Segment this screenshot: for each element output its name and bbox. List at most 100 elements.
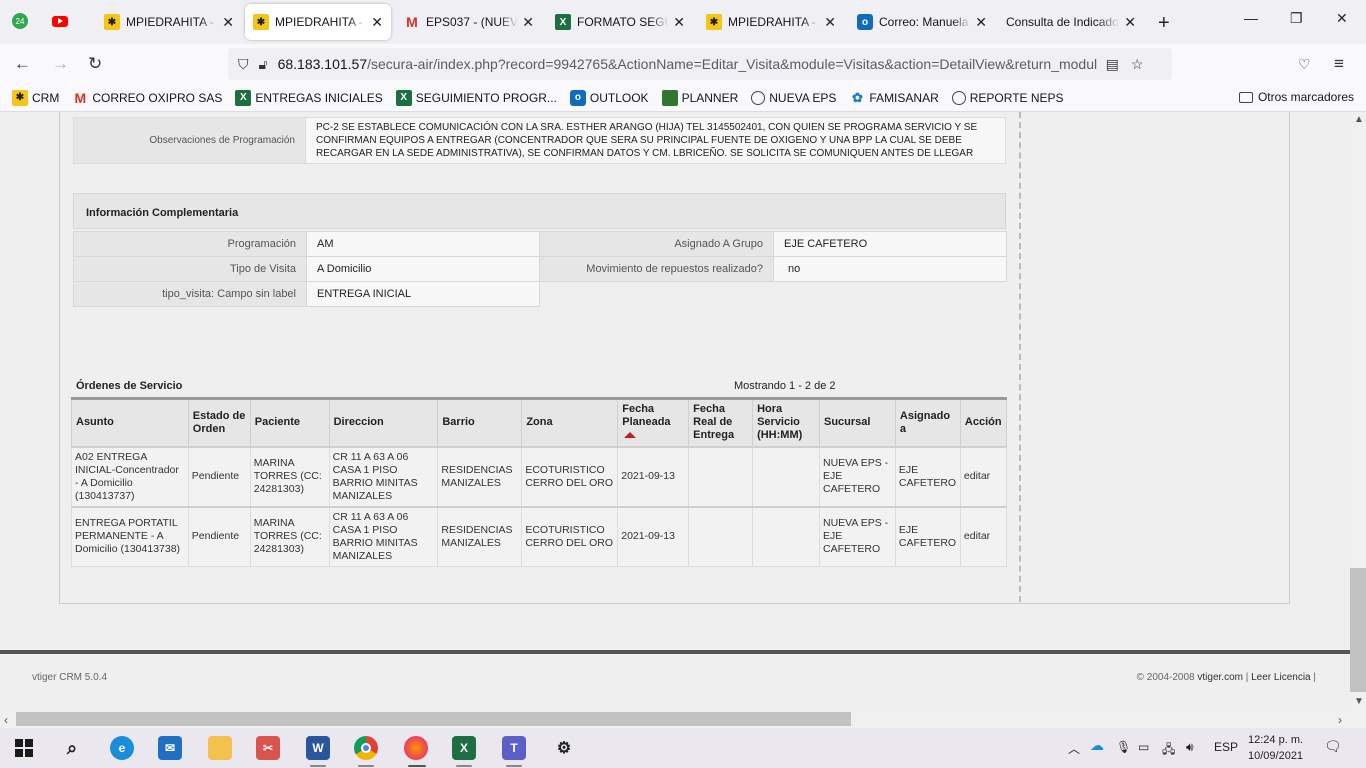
tab-5[interactable]: ✱ MPIEDRAHITA - A ✕ — [698, 4, 844, 40]
field-label: tipo_visita: Campo sin label — [73, 281, 307, 307]
gmail-icon: M — [406, 14, 418, 30]
edit-link[interactable]: editar — [959, 445, 1008, 507]
remote-tool-icon[interactable]: ⚙ — [552, 736, 576, 760]
snipping-tool-icon[interactable]: ✂ — [256, 736, 280, 760]
bookmark-crm[interactable]: ✱ CRM — [12, 89, 59, 106]
url-bar[interactable]: ⛉ 🔓︎ 68.183.101.57/secura-air/index.php?… — [228, 48, 1172, 80]
mail-icon[interactable]: ✉ — [158, 736, 182, 760]
close-icon[interactable]: ✕ — [1124, 14, 1136, 31]
firefox-icon[interactable] — [404, 736, 428, 760]
column-header[interactable]: Paciente — [249, 397, 330, 447]
tab-7[interactable]: Consulta de Indicador ✕ — [998, 4, 1144, 40]
onedrive-icon[interactable]: ☁ — [1090, 737, 1104, 754]
orders-header-row: Asunto Estado de Orden Paciente Direccio… — [71, 397, 1008, 447]
pocket-icon[interactable]: ♡ — [1298, 56, 1311, 73]
bookmark-outlook[interactable]: o OUTLOOK — [569, 89, 649, 106]
column-header[interactable]: Fecha Real de Entrega — [688, 397, 754, 447]
microphone-icon[interactable]: 🎙︎ — [1116, 740, 1131, 754]
bookmark-reporte-neps[interactable]: REPORTE NEPS — [951, 90, 1064, 105]
other-bookmarks[interactable]: Otros marcadores — [1238, 90, 1354, 104]
search-icon[interactable]: ⌕ — [60, 736, 84, 760]
excel-taskbar-icon[interactable]: X — [452, 736, 476, 760]
column-header[interactable]: Barrio — [437, 397, 523, 447]
forward-button[interactable]: → — [52, 54, 69, 74]
reader-view-icon[interactable]: ▤ — [1106, 56, 1119, 73]
star-icon[interactable]: ☆ — [1131, 56, 1144, 73]
restore-button[interactable]: ❐ — [1290, 10, 1303, 27]
license-link[interactable]: Leer Licencia — [1251, 672, 1310, 683]
chevron-up-icon[interactable]: ︿ — [1068, 740, 1080, 757]
bookmark-seguimiento[interactable]: X SEGUIMIENTO PROGR... — [395, 89, 557, 106]
bookmark-entregas[interactable]: X ENTREGAS INICIALES — [235, 89, 383, 106]
cell-fecha: 2021-09-13 — [617, 505, 690, 567]
volume-icon[interactable]: 🔊︎ — [1186, 740, 1194, 755]
close-icon[interactable]: ✕ — [371, 14, 383, 31]
scroll-thumb[interactable] — [1350, 568, 1366, 692]
back-button[interactable]: ← — [14, 54, 31, 74]
column-header[interactable]: Direccion — [328, 397, 439, 447]
url-text[interactable]: 68.183.101.57/secura-air/index.php?recor… — [278, 56, 1098, 72]
word-icon[interactable]: W — [306, 736, 330, 760]
tab-1[interactable]: ✱ MPIEDRAHITA - A ✕ — [96, 4, 242, 40]
column-header[interactable]: Sucursal — [819, 397, 896, 447]
tab-4[interactable]: X FORMATO SEGUIM ✕ — [547, 4, 693, 40]
tab-strip: 24 ✱ MPIEDRAHITA - A ✕ ✱ MPIEDRAHITA - A… — [0, 0, 1366, 44]
insecure-lock-icon[interactable]: 🔓︎ — [259, 56, 268, 73]
column-divider — [1019, 112, 1021, 602]
file-explorer-icon[interactable] — [208, 736, 232, 760]
network-icon[interactable]: 🖧︎ — [1162, 740, 1175, 761]
column-header[interactable]: Hora Servicio (HH:MM) — [752, 397, 820, 447]
reload-button[interactable]: ↻ — [88, 54, 102, 74]
cell-paciente[interactable]: MARINA TORRES (CC: 24281303) — [249, 505, 330, 567]
clock-date: 10/09/2021 — [1248, 750, 1304, 762]
info-row: Programación AM Asignado A Grupo EJE CAF… — [73, 231, 1007, 257]
battery-icon[interactable]: ▭ — [1138, 740, 1149, 754]
teams-icon[interactable]: T — [502, 736, 526, 760]
new-tab-button[interactable]: + — [1158, 12, 1170, 35]
bookmark-correo[interactable]: M CORREO OXIPRO SAS — [72, 90, 222, 106]
column-header-sorted[interactable]: Fecha Planeada — [617, 397, 690, 447]
shield-icon[interactable]: ⛉ — [238, 56, 249, 73]
scroll-thumb[interactable] — [16, 712, 851, 726]
scroll-right-icon[interactable]: › — [1338, 713, 1342, 727]
menu-icon[interactable]: ≡ — [1334, 54, 1344, 74]
notifications-icon[interactable]: 🗨︎ — [1324, 738, 1342, 755]
info-table: Programación AM Asignado A Grupo EJE CAF… — [73, 231, 1007, 307]
vtiger-link[interactable]: vtiger.com — [1197, 672, 1243, 683]
clock[interactable]: 12:24 p. m. 10/09/2021 — [1248, 732, 1303, 764]
bookmark-nueva-eps[interactable]: NUEVA EPS — [751, 90, 836, 105]
pinned-tab-youtube[interactable] — [50, 11, 70, 31]
scroll-left-icon[interactable]: ‹ — [4, 713, 8, 727]
cell-paciente[interactable]: MARINA TORRES (CC: 24281303) — [249, 445, 330, 507]
url-host: 68.183.101.57 — [277, 56, 368, 72]
scroll-down-icon[interactable]: ▼ — [1354, 696, 1364, 707]
pinned-tab-badge[interactable]: 24 — [10, 11, 30, 31]
column-header[interactable]: Zona — [521, 397, 619, 447]
bookmark-famisanar[interactable]: ✿ FAMISANAR — [849, 90, 939, 106]
close-icon[interactable]: ✕ — [222, 14, 234, 31]
tab-3[interactable]: M EPS037 - (NUEVA I ✕ — [396, 4, 542, 40]
close-icon[interactable]: ✕ — [824, 14, 836, 31]
close-icon[interactable]: ✕ — [975, 14, 987, 31]
windows-start-icon[interactable] — [12, 736, 36, 760]
bookmark-planner[interactable]: PLANNER — [661, 89, 738, 106]
edit-link[interactable]: editar — [959, 505, 1008, 567]
scroll-up-icon[interactable]: ▲ — [1354, 114, 1364, 125]
edge-icon[interactable]: e — [110, 736, 134, 760]
column-header[interactable]: Asunto — [71, 397, 189, 447]
cell-asignado: EJE CAFETERO — [894, 445, 961, 507]
language-indicator[interactable]: ESP — [1214, 740, 1238, 754]
tab-2[interactable]: ✱ MPIEDRAHITA - A ✕ — [245, 4, 391, 40]
close-icon[interactable]: ✕ — [522, 14, 534, 31]
cell-asunto[interactable]: A02 ENTREGA INICIAL-Concentrador - A Dom… — [71, 445, 189, 507]
cell-asunto[interactable]: ENTREGA PORTATIL PERMANENTE - A Domicili… — [71, 505, 189, 567]
close-icon[interactable]: ✕ — [673, 14, 685, 31]
close-window-button[interactable]: ✕ — [1336, 10, 1348, 27]
column-header[interactable]: Estado de Orden — [187, 397, 251, 447]
column-header[interactable]: Asignado a — [894, 397, 961, 447]
vertical-scrollbar[interactable]: ▲ ▼ — [1350, 112, 1366, 712]
chrome-icon[interactable] — [354, 736, 378, 760]
horizontal-scrollbar[interactable]: ‹ › — [0, 712, 1366, 728]
minimize-button[interactable]: — — [1244, 10, 1258, 26]
tab-6[interactable]: o Correo: Manuela I ✕ — [849, 4, 995, 40]
